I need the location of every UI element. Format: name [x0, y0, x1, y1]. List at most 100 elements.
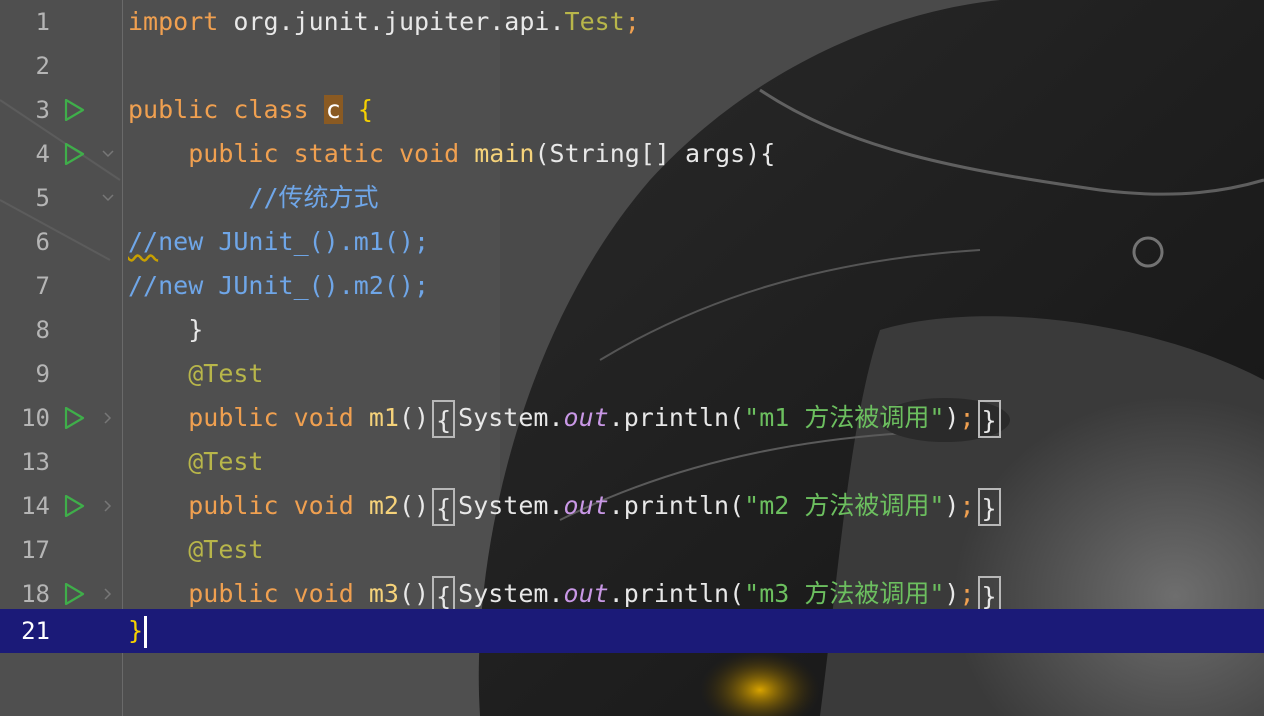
string-literal: "m1 方法被调用": [744, 403, 945, 432]
field-out: out: [563, 491, 609, 520]
line-number[interactable]: 21: [0, 609, 50, 653]
semicolon: ;: [959, 403, 975, 432]
comment-slash-warning[interactable]: //: [128, 227, 158, 256]
code-line-current[interactable]: 21 }: [0, 609, 1264, 653]
folded-close-brace[interactable]: }: [977, 400, 1001, 438]
code-line[interactable]: 3 public class c {: [0, 88, 1264, 132]
field-out: out: [563, 403, 609, 432]
keyword: public: [188, 403, 279, 432]
run-gutter-icon[interactable]: [63, 99, 85, 121]
code-text[interactable]: @Test: [128, 528, 263, 572]
code-text[interactable]: import org.junit.jupiter.api.Test;: [128, 0, 640, 44]
semicolon: ;: [624, 7, 640, 36]
fold-chevron-right-icon[interactable]: [100, 410, 116, 426]
method-name: m3: [368, 579, 399, 608]
code-text[interactable]: //new JUnit_().m2();: [128, 264, 429, 308]
code-line[interactable]: 10 public void m1(){System.out.println("…: [0, 396, 1264, 440]
parens: (): [398, 579, 430, 608]
code-line[interactable]: 9 @Test: [0, 352, 1264, 396]
close-paren: ): [944, 403, 960, 432]
import-path: org.junit.jupiter.api.: [233, 7, 565, 36]
code-text[interactable]: }: [128, 308, 203, 352]
semicolon: ;: [959, 491, 975, 520]
code-text[interactable]: public void m1(){System.out.println("m1 …: [128, 396, 1004, 440]
parens: (): [398, 403, 430, 432]
fold-chevron-down-icon[interactable]: [100, 146, 116, 162]
code-line[interactable]: 5 //传统方式: [0, 176, 1264, 220]
code-line[interactable]: 14 public void m2(){System.out.println("…: [0, 484, 1264, 528]
line-number[interactable]: 9: [0, 352, 50, 396]
line-number[interactable]: 5: [0, 176, 50, 220]
line-number[interactable]: 7: [0, 264, 50, 308]
open-brace: {: [357, 95, 373, 124]
parens: (): [398, 491, 430, 520]
code-text[interactable]: @Test: [128, 352, 263, 396]
system-class: System.: [458, 491, 564, 520]
run-gutter-icon[interactable]: [63, 407, 85, 429]
field-out: out: [563, 579, 609, 608]
semicolon: ;: [959, 579, 975, 608]
code-text[interactable]: public void m2(){System.out.println("m2 …: [128, 484, 1004, 528]
code-line[interactable]: 8 }: [0, 308, 1264, 352]
fold-chevron-right-icon[interactable]: [100, 498, 116, 514]
system-class: System.: [458, 579, 564, 608]
line-number[interactable]: 4: [0, 132, 50, 176]
code-editor[interactable]: 1 import org.junit.jupiter.api.Test; 2 3…: [0, 0, 1264, 716]
folded-open-brace[interactable]: {: [432, 400, 456, 438]
keyword: public: [188, 579, 279, 608]
line-number[interactable]: 6: [0, 220, 50, 264]
params: (String[] args){: [534, 139, 776, 168]
keyword: void: [398, 139, 460, 168]
keyword: class: [233, 95, 309, 124]
line-number[interactable]: 14: [0, 484, 50, 528]
method-name: m1: [368, 403, 399, 432]
line-number[interactable]: 8: [0, 308, 50, 352]
close-paren: ): [944, 579, 960, 608]
line-number[interactable]: 3: [0, 88, 50, 132]
method-call: .println(: [608, 579, 745, 608]
keyword: void: [293, 579, 354, 608]
line-number[interactable]: 13: [0, 440, 50, 484]
close-brace: }: [188, 315, 204, 344]
code-text[interactable]: }: [128, 609, 148, 653]
code-text[interactable]: public class c {: [128, 88, 373, 132]
code-text[interactable]: //传统方式: [128, 176, 379, 220]
keyword: import: [128, 7, 219, 36]
code-line[interactable]: 17 @Test: [0, 528, 1264, 572]
code-text[interactable]: @Test: [128, 440, 263, 484]
fold-chevron-up-icon[interactable]: [100, 190, 116, 206]
code-line[interactable]: 1 import org.junit.jupiter.api.Test;: [0, 0, 1264, 44]
annotation: @Test: [188, 359, 264, 388]
line-number[interactable]: 10: [0, 396, 50, 440]
line-number[interactable]: 2: [0, 44, 50, 88]
keyword: public: [188, 491, 279, 520]
import-name: Test: [564, 7, 625, 36]
code-line[interactable]: 4 public static void main(String[] args)…: [0, 132, 1264, 176]
run-gutter-icon[interactable]: [63, 143, 85, 165]
folded-close-brace[interactable]: }: [977, 488, 1001, 526]
line-number[interactable]: 1: [0, 0, 50, 44]
method-name: m2: [368, 491, 399, 520]
code-line[interactable]: 13 @Test: [0, 440, 1264, 484]
comment: //传统方式: [248, 183, 379, 212]
class-name: c: [323, 95, 343, 124]
code-text[interactable]: //new JUnit_().m1();: [128, 220, 429, 264]
string-literal: "m2 方法被调用": [744, 491, 945, 520]
annotation: @Test: [188, 447, 264, 476]
code-line[interactable]: 7 //new JUnit_().m2();: [0, 264, 1264, 308]
code-text[interactable]: public static void main(String[] args){: [128, 132, 775, 176]
close-brace: }: [128, 616, 144, 645]
run-gutter-icon[interactable]: [63, 583, 85, 605]
run-gutter-icon[interactable]: [63, 495, 85, 517]
keyword: void: [293, 491, 354, 520]
keyword: public: [188, 139, 279, 168]
system-class: System.: [458, 403, 564, 432]
keyword: void: [293, 403, 354, 432]
line-number[interactable]: 17: [0, 528, 50, 572]
code-line[interactable]: 6 //new JUnit_().m1();: [0, 220, 1264, 264]
comment: //new JUnit_().m2();: [128, 271, 430, 300]
folded-open-brace[interactable]: {: [432, 488, 456, 526]
fold-chevron-right-icon[interactable]: [100, 586, 116, 602]
text-caret: [144, 616, 148, 648]
code-line[interactable]: 2: [0, 44, 1264, 88]
